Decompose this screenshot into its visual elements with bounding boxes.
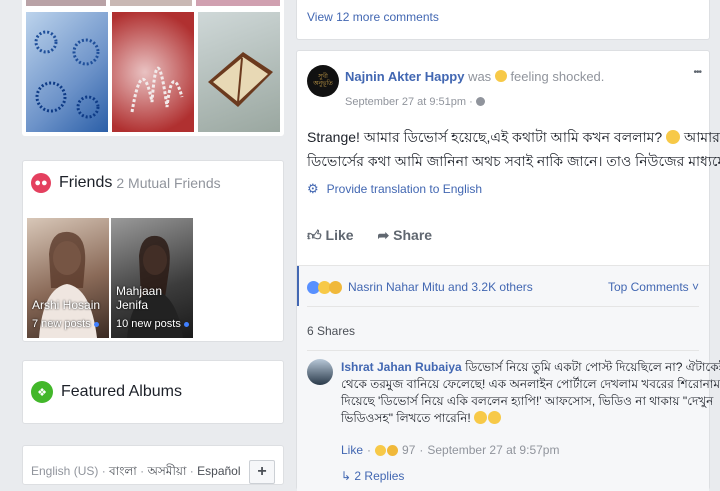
friend-name[interactable]: Arshi Hosain [32, 298, 100, 312]
friend-name[interactable]: Mahjaan Jenifa [116, 284, 193, 312]
sad-reaction-icon [329, 280, 342, 294]
calligraphy-illustration [130, 66, 184, 113]
comment-reaction-count[interactable]: 97 [402, 443, 415, 457]
friends-header: ●● Friends 2 Mutual Friends [31, 173, 221, 193]
language-link[interactable]: বাংলা [109, 464, 137, 478]
friends-card: ●● Friends 2 Mutual Friends Arshi Hosain… [22, 160, 284, 342]
friends-icon: ●● [31, 173, 51, 193]
post-meta: September 27 at 9:51pm · [345, 96, 485, 108]
top-comments-dropdown[interactable]: Top Comments ˅ [608, 280, 699, 294]
action-bar: 👍︎ Like ➦ Share [307, 227, 432, 244]
comment-like-button[interactable]: Like [341, 443, 363, 457]
view-replies-link[interactable]: 2 Replies [354, 469, 404, 483]
beads-illustration [34, 30, 100, 119]
shares-count[interactable]: 6 Shares [307, 324, 355, 338]
language-list: English (US) · বাংলা · অসমীয়া · Español [31, 463, 241, 483]
translate-link[interactable]: Provide translation to English [327, 182, 482, 196]
friends-title[interactable]: Friends [59, 174, 112, 192]
comment-actions: Like · 97 · September 27 at 9:57pm [341, 443, 560, 457]
comment: Ishrat Jahan Rubaiya ডিভোর্স নিয়ে তুমি … [297, 351, 720, 491]
languages-card: English (US) · বাংলা · অসমীয়া · Español… [22, 445, 284, 485]
photo-beads-blue[interactable] [26, 12, 108, 132]
like-button[interactable]: 👍︎ Like [307, 227, 354, 244]
photos-grid [22, 0, 284, 136]
friend-posts-label: 10 new posts [116, 318, 181, 330]
friend-posts: 10 new posts [116, 318, 189, 330]
share-label: Share [393, 227, 433, 243]
albums-header: ❖ Featured Albums [31, 381, 182, 403]
post-feeling: feeling shocked. [510, 69, 605, 84]
divider [307, 306, 699, 307]
author-avatar[interactable]: সুখী অনুভূতি [307, 65, 339, 97]
separator: · [189, 464, 194, 478]
post-card: সুখী অনুভূতি Najnin Akter Happy was feel… [296, 50, 720, 491]
post-date[interactable]: September 27 at 9:51pm [345, 96, 466, 108]
language-current: English (US) [31, 464, 99, 478]
add-language-button[interactable]: + [249, 460, 275, 484]
comment-body: Ishrat Jahan Rubaiya ডিভোর্স নিয়ে তুমি … [341, 359, 720, 427]
comment-text-line: দিয়েছে 'ডিভোর্স নিয়ে একি বললেন হ্যাপি!… [341, 394, 714, 408]
thumbs-up-icon: 👍︎ [307, 227, 322, 243]
comment-author[interactable]: Ishrat Jahan Rubaiya [341, 360, 462, 374]
friend-posts-label: 7 new posts [32, 318, 91, 330]
translate-row: ⚙ Provide translation to English [307, 181, 482, 197]
separator: · [140, 464, 145, 478]
reactions-row[interactable]: Nasrin Nahar Mitu and 3.2K others [307, 280, 533, 294]
commenter-avatar[interactable] [307, 359, 333, 385]
laughing-emoji-icon [474, 411, 488, 424]
photo-calligraphy-top[interactable] [110, 0, 192, 6]
book-illustration [208, 52, 273, 107]
friend-tile[interactable]: Arshi Hosain 7 new posts [27, 218, 109, 338]
shocked-emoji-icon [666, 130, 681, 144]
like-label: Like [325, 227, 354, 243]
reactors-link[interactable]: Nasrin Nahar Mitu and 3.2K others [348, 280, 533, 294]
view-more-comments-link[interactable]: View 12 more comments [307, 10, 439, 24]
previous-comments-bar: View 12 more comments [296, 0, 710, 40]
language-link[interactable]: Español [197, 464, 240, 478]
separator: · [101, 464, 106, 478]
comment-date[interactable]: September 27 at 9:57pm [427, 443, 559, 457]
post-header-line: Najnin Akter Happy was feeling shocked. [345, 69, 604, 84]
post-author[interactable]: Najnin Akter Happy [345, 69, 464, 84]
online-dot-icon [183, 321, 189, 327]
photo-quran[interactable] [198, 12, 280, 132]
friend-posts: 7 new posts [32, 318, 99, 330]
gear-icon: ⚙ [307, 181, 319, 196]
comment-text-line: থেকে তরমুজ বানিয়ে ফেলেছে! এক অনলাইন পোর… [341, 377, 720, 391]
albums-icon: ❖ [31, 381, 53, 403]
friend-tile[interactable]: Mahjaan Jenifa 10 new posts [111, 218, 193, 338]
globe-icon [475, 97, 485, 106]
share-button[interactable]: ➦ Share [378, 227, 433, 244]
avatar-logo: সুখী অনুভূতি [313, 74, 333, 87]
photo-top-right[interactable] [196, 0, 280, 6]
albums-title[interactable]: Featured Albums [61, 383, 182, 401]
post-text-line: ডিভোর্সের কথা আমি জানিনা অথচ সবাই নাকি জ… [307, 153, 720, 169]
photo-calligraphy[interactable] [112, 12, 194, 132]
mutual-friends-count[interactable]: 2 Mutual Friends [116, 175, 220, 191]
language-link[interactable]: অসমীয়া [147, 464, 186, 478]
featured-albums-card: ❖ Featured Albums [22, 360, 284, 424]
comment-text-line: ভিডিওসহ" লিখতে পারেনি! [341, 411, 471, 425]
post-text-line: আমার [683, 129, 720, 145]
share-arrow-icon: ➦ [377, 227, 390, 243]
post-options-icon[interactable]: ••• [693, 67, 701, 78]
shocked-emoji-icon [494, 70, 507, 82]
reply-arrow-icon: ↳ [341, 469, 352, 483]
haha-reaction-icon [375, 444, 387, 456]
wow-reaction-icon [387, 444, 399, 456]
photo-prayer-beads[interactable] [26, 0, 106, 6]
replies-row: ↳ 2 Replies [341, 469, 404, 483]
highlight-bar [297, 266, 299, 306]
online-dot-icon [93, 321, 99, 327]
post-text: Strange! আমার ডিভোর্স হয়েছে,এই কথাটা আম… [307, 125, 720, 173]
comment-text-line: ডিভোর্স নিয়ে তুমি একটা পোস্ট দিয়েছিলে … [465, 360, 720, 374]
post-was: was [468, 69, 492, 84]
separator: · [469, 96, 473, 108]
laughing-emoji-icon [488, 411, 502, 424]
post-text-line: Strange! আমার ডিভোর্স হয়েছে,এই কথাটা আম… [307, 129, 663, 145]
